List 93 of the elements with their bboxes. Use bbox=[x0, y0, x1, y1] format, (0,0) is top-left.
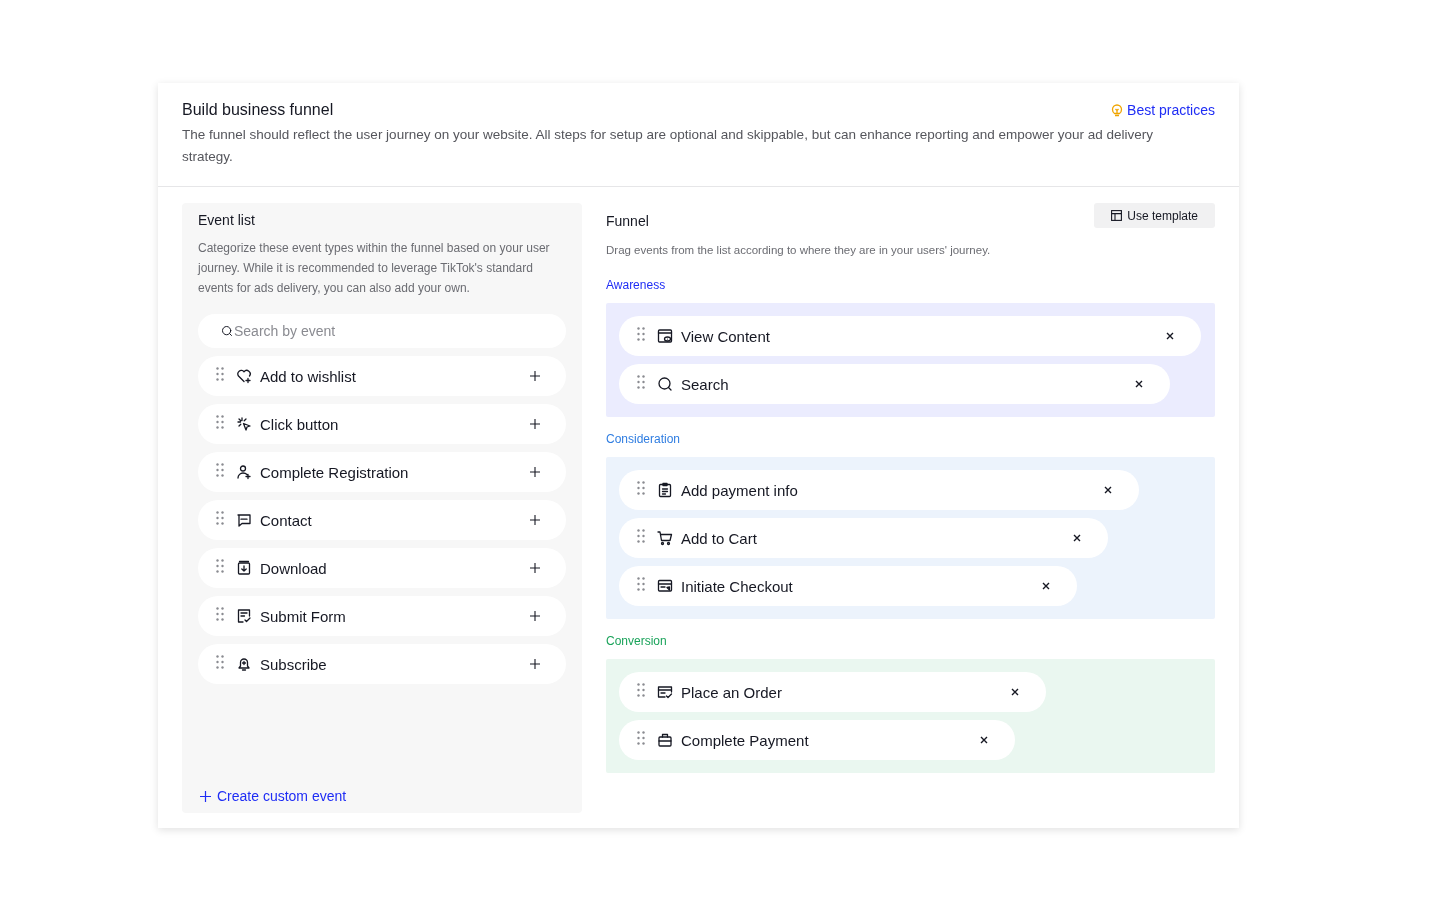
chat-icon bbox=[236, 512, 252, 528]
event-item[interactable]: Search bbox=[619, 364, 1170, 404]
drag-handle-icon[interactable] bbox=[216, 463, 224, 477]
download-icon bbox=[236, 560, 252, 576]
plus-icon bbox=[530, 371, 540, 381]
event-label: Add to Cart bbox=[681, 529, 758, 547]
card-description: The funnel should reflect the user journey on your website. All steps for setup are optional and skippable, but can enhance reporting and empower your ad delivery strategy. bbox=[182, 126, 1155, 166]
event-item[interactable]: Contact bbox=[198, 500, 566, 540]
panel-description: Categorize these event types within the funnel based on your user journey. While it is recommended to leverage TikTok's standard events for ads delivery, you can also add your own. bbox=[198, 240, 551, 297]
event-label: Add to wishlist bbox=[260, 367, 357, 385]
add-button[interactable] bbox=[528, 417, 542, 431]
search-field[interactable]: Search by event bbox=[198, 314, 566, 348]
panel-title: Event list bbox=[198, 212, 256, 228]
stage-label: Consideration bbox=[606, 432, 682, 446]
add-button[interactable] bbox=[528, 369, 542, 383]
event-item[interactable]: Complete Payment bbox=[619, 720, 1015, 760]
clipboard-icon bbox=[657, 482, 673, 498]
drag-handle-icon[interactable] bbox=[216, 655, 224, 669]
click-icon bbox=[236, 416, 252, 432]
heart-plus-icon bbox=[236, 368, 252, 384]
event-item[interactable]: Download bbox=[198, 548, 566, 588]
event-label: Click button bbox=[260, 415, 340, 433]
drag-handle-icon[interactable] bbox=[637, 481, 645, 495]
close-icon bbox=[980, 736, 988, 744]
event-item[interactable]: Place an Order bbox=[619, 672, 1046, 712]
close-icon bbox=[1073, 534, 1081, 542]
add-button[interactable] bbox=[528, 513, 542, 527]
plus-icon bbox=[200, 790, 211, 802]
lightbulb-icon bbox=[1111, 103, 1124, 117]
close-icon bbox=[1042, 582, 1050, 590]
plus-icon bbox=[530, 563, 540, 573]
drag-handle-icon[interactable] bbox=[637, 375, 645, 389]
panel-description: Drag events from the list according to where they are in your users' journey. bbox=[606, 244, 992, 256]
panel-title: Funnel bbox=[606, 213, 649, 229]
event-item[interactable]: Submit Form bbox=[198, 596, 566, 636]
cart-icon bbox=[657, 530, 673, 546]
drag-handle-icon[interactable] bbox=[637, 683, 645, 697]
stage-label: Awareness bbox=[606, 278, 667, 292]
event-label: Subscribe bbox=[260, 655, 328, 673]
event-label: Place an Order bbox=[681, 683, 783, 701]
close-icon bbox=[1166, 332, 1174, 340]
event-label: Complete Registration bbox=[260, 463, 410, 481]
drag-handle-icon[interactable] bbox=[637, 327, 645, 341]
plus-icon bbox=[530, 611, 540, 621]
drag-handle-icon[interactable] bbox=[216, 367, 224, 381]
plus-icon bbox=[530, 419, 540, 429]
close-icon bbox=[1011, 688, 1019, 696]
create-custom-event-link[interactable]: Create custom event bbox=[198, 788, 347, 804]
plus-icon bbox=[530, 515, 540, 525]
event-label: Submit Form bbox=[260, 607, 347, 625]
plus-icon bbox=[530, 467, 540, 477]
event-item[interactable]: Complete Registration bbox=[198, 452, 566, 492]
briefcase-icon bbox=[657, 732, 673, 748]
event-item[interactable]: Initiate Checkout bbox=[619, 566, 1077, 606]
best-practices-link[interactable]: Best practices bbox=[1111, 102, 1215, 118]
plus-icon bbox=[530, 659, 540, 669]
event-label: Download bbox=[260, 559, 328, 577]
layout-icon bbox=[1111, 210, 1123, 221]
event-item[interactable]: Add to wishlist bbox=[198, 356, 566, 396]
event-label: Complete Payment bbox=[681, 731, 810, 749]
event-item[interactable]: Subscribe bbox=[198, 644, 566, 684]
close-icon bbox=[1135, 380, 1143, 388]
add-button[interactable] bbox=[528, 561, 542, 575]
add-button[interactable] bbox=[528, 609, 542, 623]
drag-handle-icon[interactable] bbox=[637, 577, 645, 591]
event-item[interactable]: View Content bbox=[619, 316, 1201, 356]
drag-handle-icon[interactable] bbox=[216, 607, 224, 621]
event-label: Initiate Checkout bbox=[681, 577, 794, 595]
stage-label: Conversion bbox=[606, 634, 668, 648]
event-label: Contact bbox=[260, 511, 313, 529]
bell-icon bbox=[236, 656, 252, 672]
drag-handle-icon[interactable] bbox=[637, 529, 645, 543]
use-template-button[interactable]: Use template bbox=[1094, 203, 1215, 228]
event-item[interactable]: Click button bbox=[198, 404, 566, 444]
search-icon bbox=[657, 376, 673, 392]
card-icon bbox=[657, 578, 673, 594]
add-button[interactable] bbox=[528, 465, 542, 479]
drag-handle-icon[interactable] bbox=[216, 415, 224, 429]
event-item[interactable]: Add to Cart bbox=[619, 518, 1108, 558]
user-plus-icon bbox=[236, 464, 252, 480]
drag-handle-icon[interactable] bbox=[216, 511, 224, 525]
drag-handle-icon[interactable] bbox=[216, 559, 224, 573]
event-label: View Content bbox=[681, 327, 771, 345]
add-button[interactable] bbox=[528, 657, 542, 671]
form-check-icon bbox=[236, 608, 252, 624]
event-item[interactable]: Add payment info bbox=[619, 470, 1139, 510]
event-label: Add payment info bbox=[681, 481, 799, 499]
card-title: Build business funnel bbox=[182, 101, 334, 119]
drag-handle-icon[interactable] bbox=[637, 731, 645, 745]
form-check-icon bbox=[657, 684, 673, 700]
window-eye-icon bbox=[657, 328, 673, 344]
close-icon bbox=[1104, 486, 1112, 494]
event-label: Search bbox=[681, 375, 730, 393]
